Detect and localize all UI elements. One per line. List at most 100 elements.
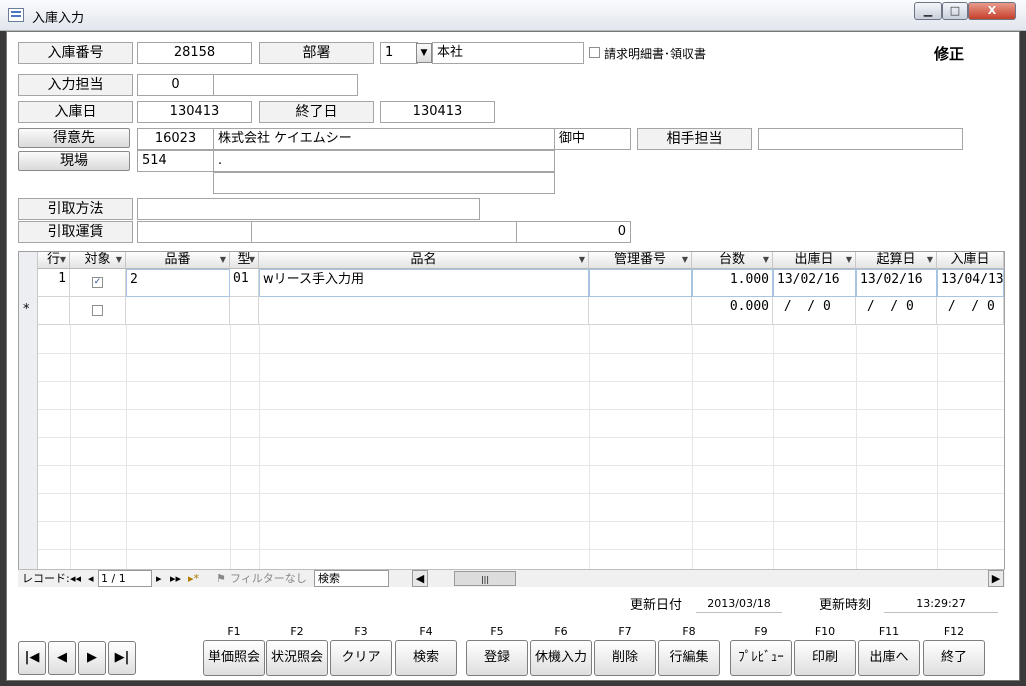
site-button[interactable]: 現場 (18, 151, 130, 171)
filter-status[interactable]: フィルターなし (230, 571, 307, 586)
cell-ship-date[interactable]: 13/02/16 (773, 269, 856, 297)
honorific-field: 御中 (554, 128, 631, 150)
f5-register-button[interactable]: 登録 (466, 640, 528, 676)
grid-line (38, 465, 1004, 466)
f11-to-shipment-button[interactable]: 出庫へ (858, 640, 920, 676)
new-cell-target[interactable] (70, 297, 126, 325)
maximize-button[interactable]: □ (942, 2, 968, 20)
filter-icon[interactable]: ⚑ (216, 571, 226, 586)
customer-name-field[interactable]: 株式会社 ケイエムシー (213, 128, 555, 150)
invoice-checkbox[interactable] (589, 47, 600, 58)
new-cell-ship-date[interactable]: / / 0 (773, 297, 856, 325)
site-line2-field[interactable] (213, 172, 555, 194)
nav-new-icon[interactable]: ▸* (188, 571, 199, 586)
customer-button[interactable]: 得意先 (18, 128, 130, 148)
cell-start-date[interactable]: 13/02/16 (856, 269, 937, 297)
site-line1-field[interactable]: . (213, 150, 555, 172)
nav-last-icon[interactable]: ▸▸ (170, 571, 181, 586)
col-header-mgmt-no[interactable]: 管理番号 ▼ (589, 252, 692, 269)
f4-search-button[interactable]: 検索 (395, 640, 457, 676)
pickup-method-field[interactable] (137, 198, 480, 220)
f2-status-button[interactable]: 状況照会 (266, 640, 328, 676)
updated-date-label: 更新日付 (630, 598, 683, 613)
new-row-marker: * (23, 302, 30, 317)
input-staff-code-field[interactable]: 0 (137, 74, 214, 96)
f10-print-button[interactable]: 印刷 (794, 640, 856, 676)
f7-delete-button[interactable]: 削除 (594, 640, 656, 676)
col-header-target[interactable]: 対象 ▼ (70, 252, 126, 269)
f1-unit-price-button[interactable]: 単価照会 (203, 640, 265, 676)
col-header-recv-date[interactable]: 入庫日 (937, 252, 1004, 269)
f6-idle-input-button[interactable]: 休機入力 (530, 640, 592, 676)
nav-first-icon[interactable]: ◂◂ (70, 571, 81, 586)
col-header-item-name[interactable]: 品名 ▼ (259, 252, 589, 269)
cell-mgmt-no[interactable] (589, 269, 692, 297)
scrollbar-thumb[interactable]: ||| (454, 571, 516, 586)
cell-item-name[interactable]: wリース手入力用 (259, 269, 589, 297)
cell-target[interactable]: ✓ (70, 269, 126, 297)
target-checkbox[interactable]: ✓ (92, 277, 103, 288)
department-code-field[interactable]: 1 (380, 42, 418, 64)
end-date-field[interactable]: 130413 (380, 101, 495, 123)
pickup-fare-a-field[interactable] (137, 221, 252, 243)
department-name-field: 本社 (432, 42, 584, 64)
detail-grid: 行 ▼ 対象 ▼ 品番 ▼ 型 ▼ 品名 ▼ 管理番号 ▼ 台数 ▼ 出庫日 ▼ 起算日 ▼ 入庫… (18, 251, 1005, 587)
cell-row[interactable]: 1 (38, 269, 70, 297)
department-dropdown-icon[interactable]: ▼ (416, 43, 432, 63)
nav-prev-icon[interactable]: ◂ (88, 571, 94, 586)
f9-preview-button[interactable]: ﾌﾟﾚﾋﾞｭｰ (730, 640, 792, 676)
cell-recv-date[interactable]: 13/04/13 (937, 269, 1004, 297)
new-cell-type[interactable] (230, 297, 259, 325)
grid-col-line (937, 325, 938, 570)
cell-type[interactable]: 01 (230, 269, 259, 297)
new-target-checkbox[interactable] (92, 305, 103, 316)
customer-code-field[interactable]: 16023 (137, 128, 214, 150)
input-staff-label: 入力担当 (18, 74, 133, 96)
new-cell-item-no[interactable] (126, 297, 230, 325)
receipt-no-field[interactable]: 28158 (137, 42, 252, 64)
first-record-button[interactable]: |◀ (18, 641, 46, 675)
nav-search-field[interactable]: 検索 (314, 570, 389, 587)
col-header-item-no[interactable]: 品番 ▼ (126, 252, 230, 269)
col-header-type[interactable]: 型 ▼ (230, 252, 259, 269)
new-cell-start-date[interactable]: / / 0 (856, 297, 937, 325)
grid-col-line (773, 325, 774, 570)
close-button[interactable]: X (968, 2, 1016, 20)
f8-row-edit-button[interactable]: 行編集 (658, 640, 720, 676)
col-header-ship-date[interactable]: 出庫日 ▼ (773, 252, 856, 269)
record-position-field[interactable]: 1 / 1 (98, 570, 152, 587)
fkey-label-f12: F12 (943, 625, 965, 638)
col-header-start-date[interactable]: 起算日 ▼ (856, 252, 937, 269)
pickup-fare-label: 引取運賃 (18, 221, 133, 243)
receipt-date-field[interactable]: 130413 (137, 101, 252, 123)
prev-record-button[interactable]: ◀ (48, 641, 76, 675)
site-code-field[interactable]: 514 (137, 150, 214, 172)
new-cell-item-name[interactable] (259, 297, 589, 325)
minimize-button[interactable]: ▁ (914, 2, 942, 20)
counterpart-label: 相手担当 (637, 128, 752, 150)
cell-item-no[interactable]: 2 (126, 269, 230, 297)
new-cell-mgmt-no[interactable] (589, 297, 692, 325)
new-cell-qty[interactable]: 0.000 (692, 297, 773, 325)
counterpart-field[interactable] (758, 128, 963, 150)
fkey-label-f7: F7 (618, 625, 632, 638)
scroll-right-icon[interactable]: ▶ (988, 570, 1004, 587)
fkey-label-f3: F3 (354, 625, 368, 638)
next-record-button[interactable]: ▶ (78, 641, 106, 675)
grid-col-line (589, 325, 590, 570)
nav-next-icon[interactable]: ▸ (156, 571, 162, 586)
new-cell-row[interactable] (38, 297, 70, 325)
pickup-fare-amount-field[interactable]: 0 (516, 221, 631, 243)
f12-exit-button[interactable]: 終了 (923, 640, 985, 676)
f3-clear-button[interactable]: クリア (330, 640, 392, 676)
col-header-row[interactable]: 行 ▼ (38, 252, 70, 269)
new-cell-recv-date[interactable]: / / 0 (937, 297, 1004, 325)
receipt-no-label: 入庫番号 (18, 42, 133, 64)
last-record-button[interactable]: ▶| (108, 641, 136, 675)
pickup-fare-b-field[interactable] (251, 221, 517, 243)
input-staff-name-field (213, 74, 358, 96)
scroll-left-icon[interactable]: ◀ (412, 570, 428, 587)
cell-qty[interactable]: 1.000 (692, 269, 773, 297)
department-label: 部署 (259, 42, 374, 64)
col-header-qty[interactable]: 台数 ▼ (692, 252, 773, 269)
